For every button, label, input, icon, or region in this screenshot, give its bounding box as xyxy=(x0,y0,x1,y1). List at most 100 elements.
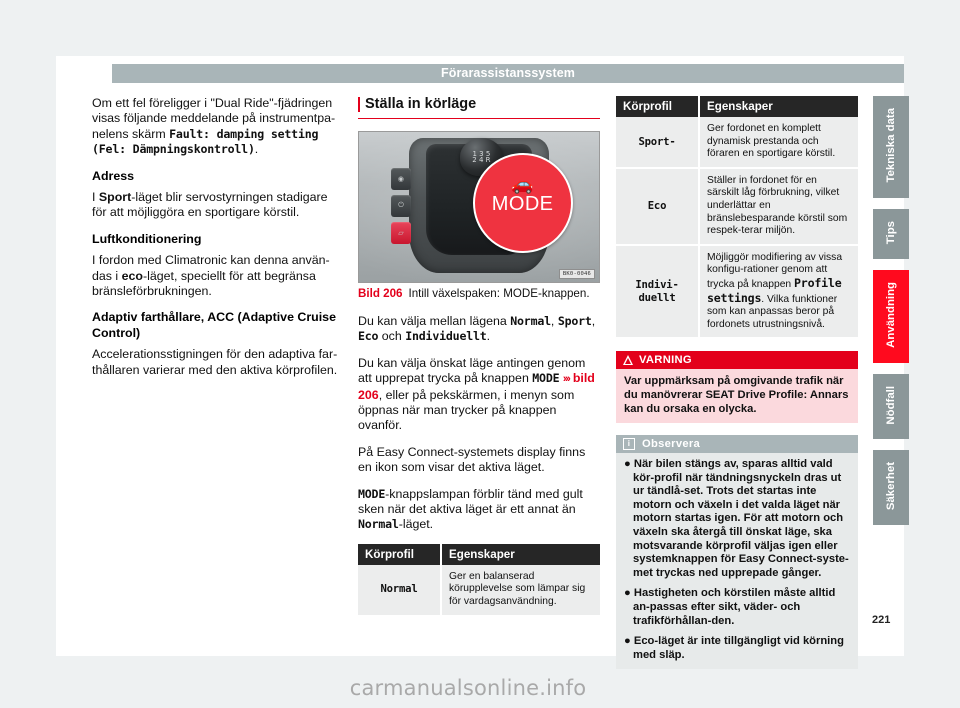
mode-sport-label: Sport xyxy=(557,314,592,328)
section-heading-stalla-in-korlage: Ställa in körläge xyxy=(358,96,600,119)
note-header: i Observera xyxy=(616,435,858,454)
paragraph-modes-list: Du kan välja mellan lägena Normal, Sport… xyxy=(358,314,600,345)
mode-individuellt-label: Individuellt xyxy=(405,329,487,344)
figure-caption-number: Bild 206 xyxy=(358,287,403,300)
heading-acc: Adaptiv farthållare, ACC (Adaptive Cruis… xyxy=(92,310,336,340)
note-bullet: ● Eco-läget är inte tillgängligt vid kör… xyxy=(624,635,844,661)
figure-caption: Bild 206 Intill växelspaken: MODE-knappen… xyxy=(358,287,600,301)
figure-code-label: BK0-0046 xyxy=(558,269,595,279)
warning-text: Var uppmärksam på omgivande trafik när d… xyxy=(616,369,858,424)
table-cell-mode-name: Indivi- duellt xyxy=(616,244,700,340)
table-header-korprofil: Körprofil xyxy=(358,543,442,565)
heading-adress: Adress xyxy=(92,168,135,183)
chapter-tab-rail: Tekniska data Tips Användning Nödfall Sä… xyxy=(873,96,909,536)
mode-button[interactable]: ▱ xyxy=(391,222,411,244)
mode-eco-label: Eco xyxy=(358,329,379,344)
sidebar-tab-label: Nödfall xyxy=(885,385,897,425)
sidebar-tab-sakerhet[interactable]: Säkerhet xyxy=(873,450,909,526)
manual-page: Förarassistanssystem Om ett fel föreligg… xyxy=(56,56,904,670)
modes-sep-2: , xyxy=(591,314,596,328)
watermark: carmanualsonline.info xyxy=(349,676,587,700)
table-header-row: Körprofil Egenskaper xyxy=(358,543,600,565)
mode-lamp-text-a: -knappslampan förblir tänd med gult sken… xyxy=(358,486,583,517)
table-row: Indivi- duellt Möjliggör modifiering av … xyxy=(616,244,858,340)
warning-header: VARNING xyxy=(616,351,858,370)
note-bullet: ● När bilen stängs av, sparas alltid val… xyxy=(624,458,849,579)
warning-triangle-icon xyxy=(623,355,633,366)
start-stop-button: ⏻ xyxy=(391,195,411,217)
mode-lamp-normal-label: Normal xyxy=(358,517,399,532)
paragraph-adress: I Sport-läget blir servostyrningen stadi… xyxy=(92,190,344,221)
paragraph-fault-message: Om ett fel föreligger i "Dual Ride"-fjäd… xyxy=(92,96,344,158)
sidebar-tab-anvandning[interactable]: Användning xyxy=(873,269,909,363)
left-button-column: ◉ ⏻ ▱ xyxy=(391,168,411,249)
info-icon: i xyxy=(623,438,635,451)
adress-sport-label: Sport xyxy=(98,190,132,205)
table-cell-mode-desc: Ger fordonet en komplett dynamisk presta… xyxy=(699,117,858,169)
note-body: ● När bilen stängs av, sparas alltid val… xyxy=(616,453,858,670)
paragraph-acc: Accelerationsstigningen för den adaptiva… xyxy=(92,347,338,377)
paragraph-mode-lamp: MODE-knappslampan förblir tänd med gult … xyxy=(358,487,600,533)
mode-table-right: Körprofil Egenskaper Sport- Ger fordonet… xyxy=(616,96,858,340)
table-header-egenskaper: Egenskaper xyxy=(441,543,600,565)
column-right: Körprofil Egenskaper Sport- Ger fordonet… xyxy=(616,96,858,670)
page-number: 221 xyxy=(872,614,891,626)
figure-photo-gear-console: 1 3 5 2 4 R ◉ ⏻ ▱ P ⬒ 🚗 MODE BK0-0046 xyxy=(358,131,600,283)
table-row: Eco Ställer in fordonet för en särskilt … xyxy=(616,167,858,246)
mode-callout-bubble: 🚗 MODE xyxy=(472,153,573,253)
start-stop-icon: ⏻ xyxy=(398,202,404,209)
modes-text-a: Du kan välja mellan lägena xyxy=(358,314,511,328)
figure-caption-text: Intill växelspaken: MODE-knappen. xyxy=(408,287,590,300)
table-cell-mode-name: Sport- xyxy=(616,117,700,169)
warning-title: VARNING xyxy=(639,354,692,367)
table-row: Sport- Ger fordonet en komplett dynamisk… xyxy=(616,117,858,169)
column-left: Om ett fel föreligger i "Dual Ride"-fjäd… xyxy=(92,96,344,389)
table-cell-mode-name: Eco xyxy=(616,167,700,246)
warning-box: VARNING Var uppmärksam på omgivande traf… xyxy=(616,351,858,424)
car-icon: 🚗 xyxy=(511,174,534,194)
mode-lamp-text-b: -läget. xyxy=(398,517,434,532)
modes-sep-1: , xyxy=(550,314,558,328)
modes-end: . xyxy=(486,329,491,344)
table-row: Normal Ger en balanserad körupplevelse s… xyxy=(358,564,600,617)
sidebar-tab-nodfall[interactable]: Nödfall xyxy=(873,373,909,440)
page-header-title: Förarassistanssystem xyxy=(112,64,904,83)
callout-mode-label: MODE xyxy=(491,193,554,215)
figure-206: 1 3 5 2 4 R ◉ ⏻ ▱ P ⬒ 🚗 MODE BK0-0046 xyxy=(358,131,600,301)
mode-lamp-label: MODE xyxy=(358,486,386,501)
mode-table-middle: Körprofil Egenskaper Normal Ger en balan… xyxy=(358,543,600,617)
paragraph-easy-connect: På Easy Connect-systemets display finns … xyxy=(358,444,586,475)
table-cell-mode-desc: Ställer in fordonet för en särskilt låg … xyxy=(699,167,858,246)
sidebar-tab-tekniska-data[interactable]: Tekniska data xyxy=(873,96,909,198)
table-header-korprofil: Körprofil xyxy=(616,96,700,117)
sidebar-tab-tips[interactable]: Tips xyxy=(873,208,909,259)
fault-text-end: . xyxy=(254,142,259,157)
mode-normal-label: Normal xyxy=(510,314,551,328)
heading-luftkonditionering: Luftkonditionering xyxy=(92,231,202,246)
mode-button-label: MODE xyxy=(532,371,560,386)
adress-text-a: I xyxy=(92,190,99,205)
table-cell-mode-desc: Ger en balanserad körupplevelse som lämp… xyxy=(441,564,600,617)
column-middle: Ställa in körläge 1 3 5 2 4 R ◉ ⏻ ▱ P ⬒ xyxy=(358,96,600,629)
table-cell-mode-name: Normal xyxy=(358,564,442,617)
parking-sensor-icon: ◉ xyxy=(397,176,405,183)
note-bullet: ● Hastigheten och körstilen måste alltid… xyxy=(624,587,836,627)
table-cell-mode-desc: Möjliggör modifiering av vissa konfigu-r… xyxy=(699,244,858,340)
luft-eco-label: eco xyxy=(121,268,143,283)
paragraph-luftkonditionering: I fordon med Climatronic kan denna använ… xyxy=(92,253,344,299)
table-header-row: Körprofil Egenskaper xyxy=(616,96,858,117)
sidebar-tab-label: Säkerhet xyxy=(885,462,897,511)
mode-icon: ▱ xyxy=(398,230,404,237)
sidebar-tab-label: Tekniska data xyxy=(885,108,897,183)
paragraph-select-mode: Du kan välja önskat läge antingen genom … xyxy=(358,356,600,434)
gear-pattern-label: 1 3 5 2 4 R xyxy=(472,149,491,164)
note-title: Observera xyxy=(642,438,701,451)
table-header-egenskaper: Egenskaper xyxy=(699,96,858,117)
cross-reference-arrows-icon: ››› xyxy=(562,373,571,386)
select-text-b: , eller på pekskärmen, i menyn som öppna… xyxy=(358,387,575,433)
modes-sep-3: och xyxy=(378,329,406,344)
note-box: i Observera ● När bilen stängs av, spara… xyxy=(616,435,858,670)
sidebar-tab-label: Användning xyxy=(885,281,897,348)
parking-sensor-button: ◉ xyxy=(391,168,411,190)
sidebar-tab-label: Tips xyxy=(885,220,897,244)
